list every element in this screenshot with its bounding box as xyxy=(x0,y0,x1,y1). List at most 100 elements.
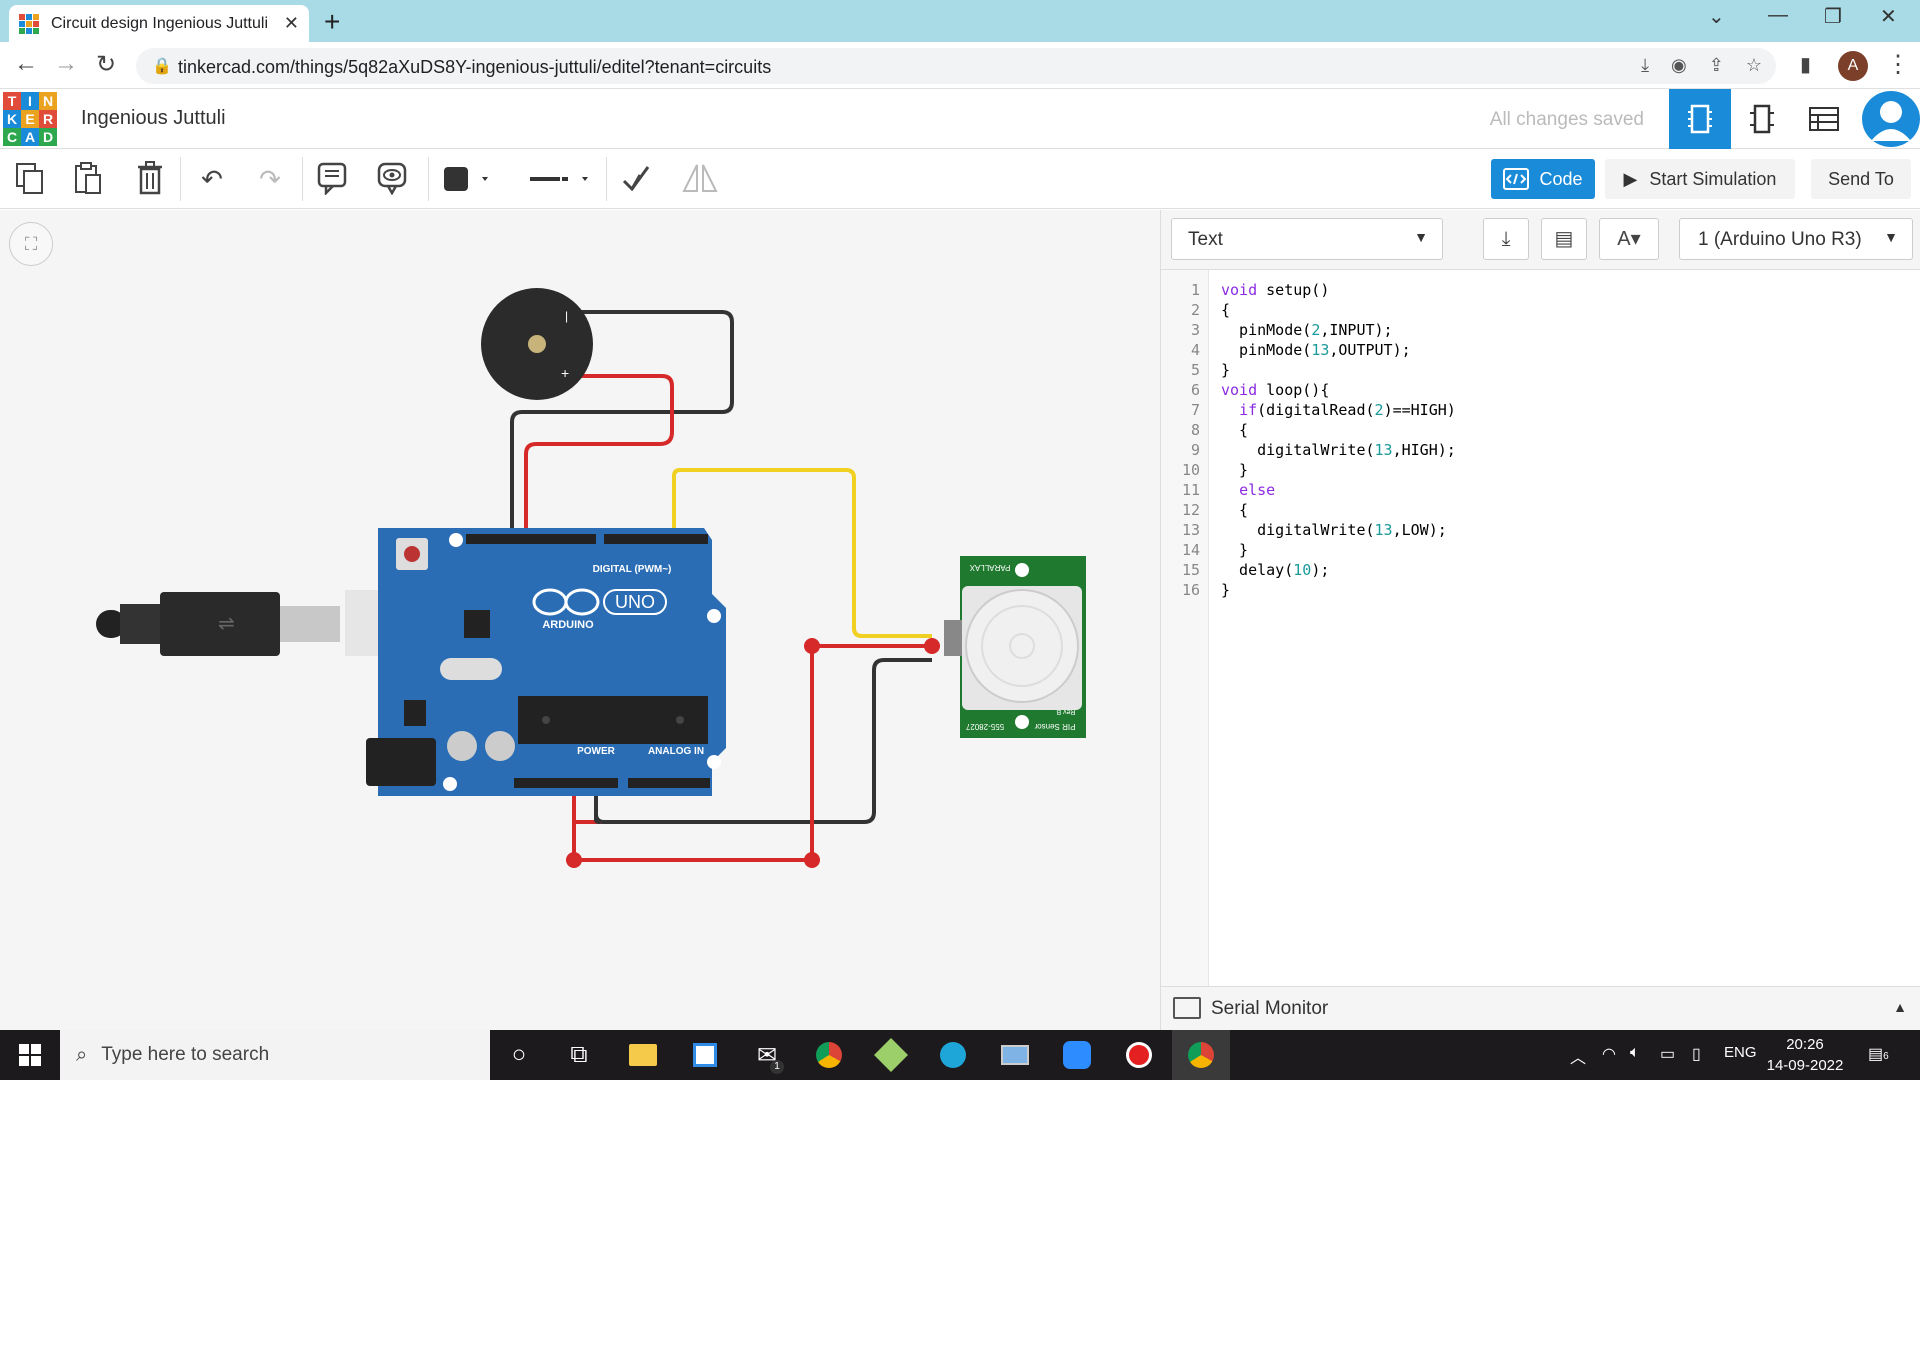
line-number: 7 xyxy=(1190,401,1200,419)
svg-text:|: | xyxy=(565,309,568,323)
chrome-active-icon[interactable] xyxy=(1172,1030,1230,1080)
zoom-icon[interactable] xyxy=(1048,1030,1106,1080)
mail-badge: 1 xyxy=(770,1060,784,1074)
component-list-button[interactable] xyxy=(1793,89,1855,149)
minimize-icon[interactable]: — xyxy=(1768,4,1788,27)
code-line: delay(10); xyxy=(1221,561,1330,579)
libraries-icon[interactable]: ▤ xyxy=(1541,218,1587,260)
tinkercad-favicon-icon xyxy=(19,13,39,34)
power-label: POWER xyxy=(577,746,616,757)
tracking-off-icon[interactable]: ◉ xyxy=(1671,55,1687,76)
notifications-icon[interactable]: ▤6 xyxy=(1868,1044,1889,1064)
start-simulation-button[interactable]: ▶ Start Simulation xyxy=(1605,159,1795,199)
code-mode-select[interactable]: Text ▼ xyxy=(1171,218,1443,260)
wire-type-button[interactable] xyxy=(526,161,596,197)
cortana-icon[interactable]: ○ xyxy=(490,1030,548,1080)
code-line: } xyxy=(1221,461,1249,479)
circuit-drawing: | + ⇌ UNO ARDUINO DIGITAL (PWM~) POWER A… xyxy=(96,288,1086,868)
bookmark-star-icon[interactable]: ☆ xyxy=(1746,55,1762,76)
code-text-area[interactable]: void setup() { pinMode(2,INPUT); pinMode(… xyxy=(1209,270,1920,986)
record-icon[interactable] xyxy=(1110,1030,1168,1080)
tinkercad-header: TINKERCAD Ingenious Juttuli All changes … xyxy=(0,89,1920,149)
code-line: } xyxy=(1221,541,1249,559)
delete-icon[interactable] xyxy=(132,161,168,197)
tab-search-chevron-icon[interactable]: ⌄ xyxy=(1708,4,1725,29)
mail-icon[interactable]: ✉ 1 xyxy=(738,1030,796,1080)
network-icon[interactable]: ◠ xyxy=(1602,1044,1616,1064)
restore-icon[interactable]: ❐ xyxy=(1824,4,1842,29)
address-row: ← → ↻ 🔒 tinkercad.com/things/5q82aXuDS8Y… xyxy=(0,42,1920,89)
arduino-brand-text: ARDUINO xyxy=(542,619,594,631)
wire-tool-icon[interactable] xyxy=(618,161,654,197)
line-number: 3 xyxy=(1190,321,1200,339)
toggle-notes-visibility-icon[interactable] xyxy=(374,161,410,197)
logo-letter: A xyxy=(21,128,39,146)
design-name[interactable]: Ingenious Juttuli xyxy=(81,107,226,130)
battery-icon[interactable]: ▭ xyxy=(1660,1044,1675,1064)
new-tab-icon[interactable]: + xyxy=(324,6,340,38)
sidepanel-icon[interactable]: ▮ xyxy=(1800,52,1811,77)
install-icon[interactable]: ⤓ xyxy=(1641,55,1649,76)
notes-icon[interactable] xyxy=(314,161,350,197)
reload-icon[interactable]: ↻ xyxy=(96,50,116,79)
language-indicator[interactable]: ENG xyxy=(1724,1044,1757,1061)
circuit-canvas[interactable]: ⛶ | + ⇌ UNO ARDUINO DIGITAL (PWM~) POWER… xyxy=(0,210,1160,1030)
circuit-view-button[interactable] xyxy=(1669,89,1731,149)
send-to-button[interactable]: Send To xyxy=(1811,159,1911,199)
volume-icon[interactable]: 🔈︎ xyxy=(1630,1044,1640,1062)
serial-monitor-label: Serial Monitor xyxy=(1211,998,1329,1019)
flip-icon[interactable] xyxy=(680,161,718,197)
code-mode-value: Text xyxy=(1188,229,1223,250)
user-avatar-button[interactable] xyxy=(1862,91,1920,147)
task-view-icon[interactable]: ⧉ xyxy=(550,1030,608,1080)
serial-monitor-bar[interactable]: Serial Monitor ▲ xyxy=(1161,986,1920,1030)
copy-icon[interactable] xyxy=(12,161,48,197)
line-number-gutter: 1 2 3 4 5 6 7 8 9 10 11 12 13 14 15 16 xyxy=(1161,270,1209,986)
remote-desktop-icon[interactable] xyxy=(986,1030,1044,1080)
taskbar-search-box[interactable]: ⌕ Type here to search xyxy=(60,1030,490,1080)
browser-menu-icon[interactable]: ⋮ xyxy=(1886,50,1910,79)
line-number: 8 xyxy=(1190,421,1200,439)
browser-tab[interactable]: Circuit design Ingenious Juttuli | ✕ xyxy=(9,5,309,42)
file-explorer-icon[interactable] xyxy=(614,1030,672,1080)
app-cube-icon[interactable] xyxy=(862,1030,920,1080)
digital-label: DIGITAL (PWM~) xyxy=(593,564,672,575)
expand-caret-icon[interactable]: ▲ xyxy=(1893,999,1907,1015)
download-code-icon[interactable]: ⤓ xyxy=(1483,218,1529,260)
share-icon[interactable]: ⇪ xyxy=(1709,55,1724,76)
lock-icon: 🔒 xyxy=(152,58,172,75)
redo-icon[interactable]: ↷ xyxy=(252,161,288,197)
edge-icon[interactable] xyxy=(924,1030,982,1080)
windows-taskbar: ⌕ Type here to search ○ ⧉ ✉ 1 ︿ ◠ 🔈︎ ▭ ▯ … xyxy=(0,1030,1920,1080)
color-picker-button[interactable] xyxy=(440,161,488,197)
schematic-view-button[interactable] xyxy=(1731,89,1793,149)
taskbar-clock[interactable]: 20:26 14-09-2022 xyxy=(1760,1034,1850,1076)
meet-now-icon[interactable]: ▯ xyxy=(1692,1044,1701,1064)
pir-brand-text: PARALLAX xyxy=(969,563,1010,572)
forward-icon[interactable]: → xyxy=(54,50,78,78)
save-status: All changes saved xyxy=(1489,109,1644,130)
store-icon[interactable] xyxy=(676,1030,734,1080)
code-icon xyxy=(1503,168,1530,190)
profile-avatar[interactable]: A xyxy=(1838,51,1868,81)
start-button[interactable] xyxy=(0,1030,60,1080)
close-window-icon[interactable]: ✕ xyxy=(1880,4,1897,29)
line-number: 14 xyxy=(1181,541,1200,559)
address-bar[interactable]: 🔒 tinkercad.com/things/5q82aXuDS8Y-ingen… xyxy=(136,48,1776,84)
chrome-icon[interactable] xyxy=(800,1030,858,1080)
tray-overflow-icon[interactable]: ︿ xyxy=(1570,1044,1586,1068)
code-button[interactable]: Code xyxy=(1491,159,1595,199)
url-text: tinkercad.com/things/5q82aXuDS8Y-ingenio… xyxy=(178,57,772,77)
tinkercad-logo[interactable]: TINKERCAD xyxy=(3,92,57,146)
arduino-uno-board: UNO ARDUINO DIGITAL (PWM~) POWER ANALOG … xyxy=(366,528,726,796)
tab-close-icon[interactable]: ✕ xyxy=(284,13,299,34)
back-icon[interactable]: ← xyxy=(14,50,38,78)
board-select[interactable]: 1 (Arduino Uno R3) ▼ xyxy=(1679,218,1913,260)
piezo-buzzer: | + xyxy=(481,288,593,400)
analog-label: ANALOG IN xyxy=(648,746,704,757)
line-number: 4 xyxy=(1190,341,1200,359)
paste-icon[interactable] xyxy=(70,161,106,197)
font-size-icon[interactable]: A▾ xyxy=(1599,218,1659,260)
wire-buzzer-signal xyxy=(524,374,674,532)
undo-icon[interactable]: ↶ xyxy=(194,161,230,197)
